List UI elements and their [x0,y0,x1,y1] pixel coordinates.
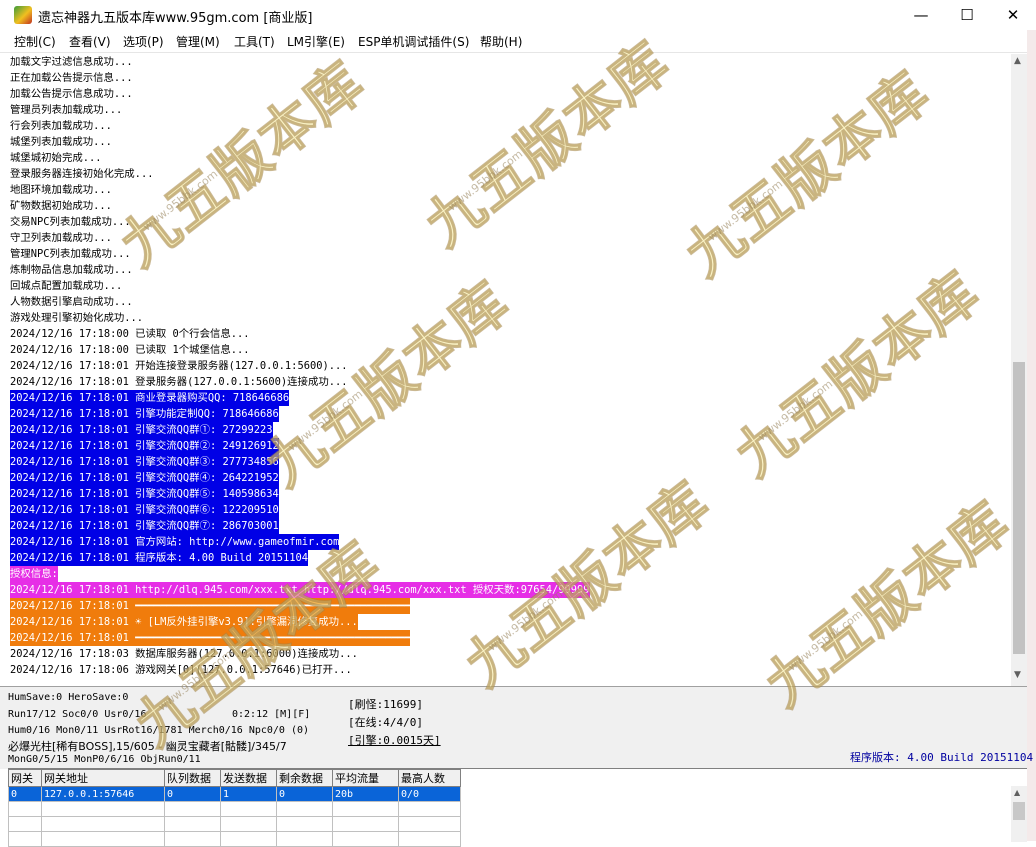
log-line: 加载公告提示信息成功... [10,88,133,100]
mong-text: MonG0/5/15 MonP0/6/16 ObjRun0/11 [8,754,201,765]
cell-average-flow: 20b [332,786,399,802]
cell-send-data: 1 [220,786,277,802]
online-count: [在线:4/4/0] [348,716,423,729]
scroll-thumb[interactable] [1013,362,1025,654]
col-send-data[interactable]: 发送数据 [220,769,277,787]
menu-tools[interactable]: 工具(T) [234,33,275,50]
log-output[interactable]: 加载文字过滤信息成功... 正在加载公告提示信息... 加载公告提示信息成功... 管… [8,54,1011,686]
window-edge [1027,30,1036,841]
log-line: 2024/12/16 17:18:06 游戏网关[0](127.0.0.1:57… [10,664,352,676]
window-title: 遗忘神器九五版本库www.95gm.com [商业版] [38,11,313,26]
cell-gateway-address: 127.0.0.1:57646 [41,786,165,802]
refresh-count: [刷怪:11699] [348,698,423,711]
log-line: 城堡城初始完成... [10,152,102,164]
menu-view[interactable]: 查看(V) [69,33,111,50]
log-line: 2024/12/16 17:18:01 程序版本: 4.00 Build 201… [10,550,309,566]
version-label: 程序版本: 4.00 Build 20151104 [850,751,1034,764]
log-line: 2024/12/16 17:18:01 引擎交流QQ群③: 277734856 [10,454,279,470]
log-line: 城堡列表加载成功... [10,136,112,148]
table-scrollbar[interactable]: ▲ [1011,786,1027,842]
run-text: Run17/12 Soc0/0 Usr0/16 [8,709,147,720]
log-line: 管理NPC列表加载成功... [10,248,131,260]
cell-remaining-data: 0 [276,786,333,802]
boss-text: 必爆光柱[稀有BOSS],15/605 - 幽灵宝藏者[骷髅]/345/7 [8,740,287,753]
log-line: 2024/12/16 17:18:01 登录服务器(127.0.0.1:5600… [10,376,348,388]
scroll-down-arrow-icon[interactable]: ▼ [1014,670,1021,680]
gateway-table: 网关 网关地址 队列数据 发送数据 剩余数据 平均流量 最高人数 0 127.0… [8,769,461,847]
cell-queue-data: 0 [164,786,221,802]
log-line: 守卫列表加载成功... [10,232,112,244]
close-button[interactable]: ✕ [990,0,1036,30]
menu-control[interactable]: 控制(C) [14,33,56,50]
col-gateway[interactable]: 网关 [8,769,42,787]
engine-days[interactable]: [引擎:0.0015天] [348,732,441,748]
scroll-up-arrow-icon[interactable]: ▲ [1014,56,1021,66]
status-panel: HumSave:0 HeroSave:0 Run17/12 Soc0/0 Usr… [0,686,1033,769]
col-max-users[interactable]: 最高人数 [398,769,461,787]
log-line: 2024/12/16 17:18:00 已读取 0个行会信息... [10,328,250,340]
log-line: 炼制物品信息加载成功... [10,264,133,276]
log-line: 正在加载公告提示信息... [10,72,133,84]
cell-gateway: 0 [8,786,42,802]
log-line: 游戏处理引擎初始化成功... [10,312,144,324]
hum-text: Hum0/16 Mon0/11 UsrRot16/1781 Merch0/16 … [8,725,310,736]
menu-help[interactable]: 帮助(H) [480,33,522,50]
table-row[interactable]: 0 127.0.0.1:57646 0 1 0 20b 0/0 [8,786,461,802]
log-line: 授权信息: [10,566,58,582]
col-average-flow[interactable]: 平均流量 [332,769,399,787]
gateway-table-panel: 网关 网关地址 队列数据 发送数据 剩余数据 平均流量 最高人数 0 127.0… [8,768,1027,847]
cell-max-users: 0/0 [398,786,461,802]
table-row-empty [8,801,461,817]
menu-manage[interactable]: 管理(M) [176,33,220,50]
table-row-empty [8,831,461,847]
log-line: 矿物数据初始成功... [10,200,112,212]
log-line: 2024/12/16 17:18:00 已读取 1个城堡信息... [10,344,250,356]
log-line: 登录服务器连接初始化完成... [10,168,154,180]
log-line: 加载文字过滤信息成功... [10,56,133,68]
log-line: 2024/12/16 17:18:01 引擎交流QQ群⑥: 122209510 [10,502,279,518]
menu-lm-engine[interactable]: LM引擎(E) [287,33,345,50]
log-line: 2024/12/16 17:18:01 ━━━━━━━━━━━━━━━━━━━━… [10,598,411,614]
log-line: 行会列表加载成功... [10,120,112,132]
menu-esp-plugin[interactable]: ESP单机调试插件(S) [358,33,469,50]
log-line: 人物数据引擎启动成功... [10,296,133,308]
log-line: 2024/12/16 17:18:01 ☀ [LM反外挂引擎v3.9]:引擎漏洞… [10,614,358,630]
col-gateway-address[interactable]: 网关地址 [41,769,165,787]
log-line: 2024/12/16 17:18:01 引擎交流QQ群①: 27299223 [10,422,273,438]
uptime-text: 0:2:12 [M][F] [232,709,311,720]
log-line: 2024/12/16 17:18:01 引擎交流QQ群⑤: 140598634 [10,486,279,502]
log-line: 2024/12/16 17:18:01 开始连接登录服务器(127.0.0.1:… [10,360,348,372]
log-line: 交易NPC列表加载成功... [10,216,131,228]
menu-options[interactable]: 选项(P) [123,33,164,50]
log-line: 地图环境加载成功... [10,184,112,196]
col-remaining-data[interactable]: 剩余数据 [276,769,333,787]
col-queue-data[interactable]: 队列数据 [164,769,221,787]
log-line: 2024/12/16 17:18:03 数据库服务器(127.0.0.1:600… [10,648,358,660]
humsave-text: HumSave:0 HeroSave:0 [8,692,129,703]
maximize-button[interactable]: ☐ [944,0,990,30]
table-scroll-up-arrow-icon[interactable]: ▲ [1014,788,1020,797]
table-row-empty [8,816,461,832]
table-header-row: 网关 网关地址 队列数据 发送数据 剩余数据 平均流量 最高人数 [8,769,461,787]
log-line: 2024/12/16 17:18:01 商业登录器购买QQ: 718646686 [10,390,290,406]
minimize-button[interactable]: — [898,0,944,30]
log-line: 2024/12/16 17:18:01 官方网站: http://www.gam… [10,534,340,550]
app-icon [14,6,32,24]
table-scroll-thumb[interactable] [1013,802,1025,820]
log-scrollbar[interactable]: ▲ ▼ [1011,54,1027,686]
log-line: 2024/12/16 17:18:01 引擎交流QQ群⑦: 286703001 [10,518,279,534]
log-line: 2024/12/16 17:18:01 ━━━━━━━━━━━━━━━━━━━━… [10,630,411,646]
title-bar: 遗忘神器九五版本库www.95gm.com [商业版] — ☐ ✕ [0,0,1036,30]
log-line: 2024/12/16 17:18:01 引擎交流QQ群②: 249126912 [10,438,279,454]
log-line: 2024/12/16 17:18:01 引擎交流QQ群④: 264221952 [10,470,279,486]
menu-bar: 控制(C) 查看(V) 选项(P) 管理(M) 工具(T) LM引擎(E) ES… [0,30,1036,53]
log-line: 2024/12/16 17:18:01 http://dlq.945.com/x… [10,582,590,598]
log-line: 回城点配置加载成功... [10,280,123,292]
log-line: 2024/12/16 17:18:01 引擎功能定制QQ: 718646686 [10,406,279,422]
log-line: 管理员列表加载成功... [10,104,123,116]
